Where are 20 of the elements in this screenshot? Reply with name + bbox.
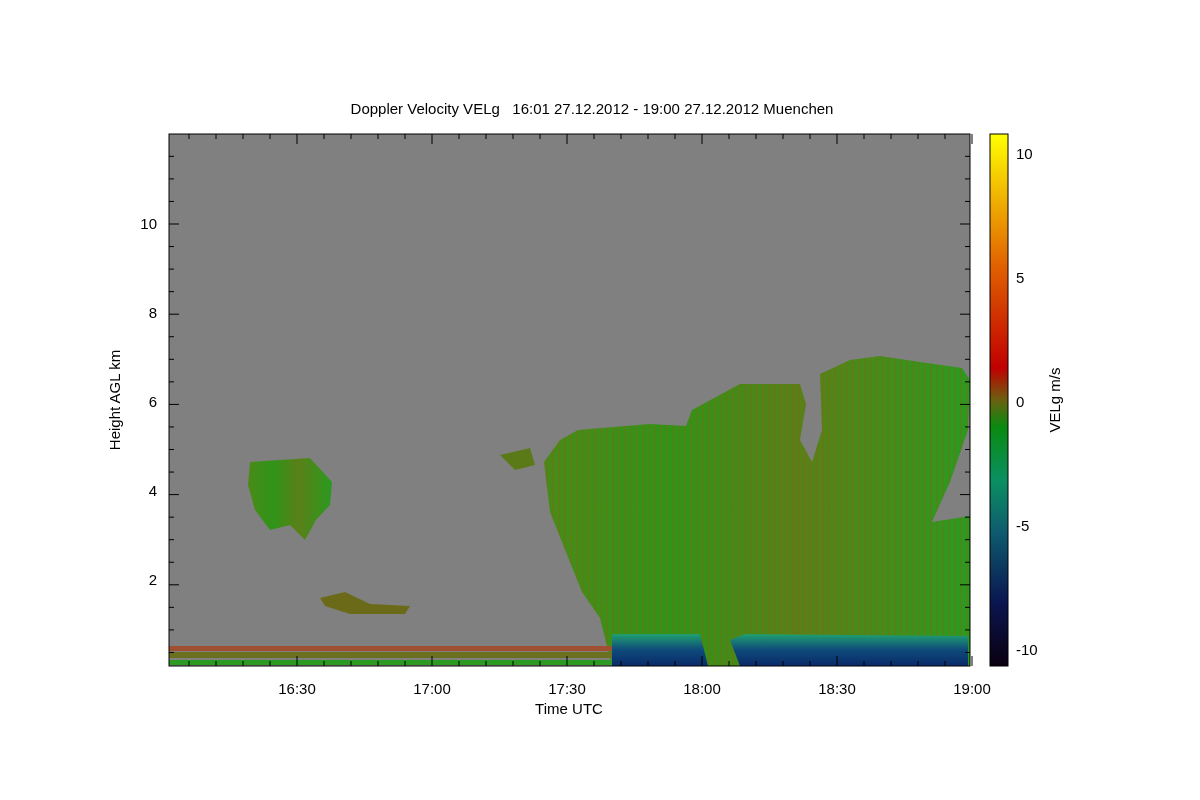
x-tick-label: 16:30 <box>278 680 316 697</box>
y-tick-label: 2 <box>148 571 157 588</box>
y-tick-label: 6 <box>148 393 157 410</box>
x-axis-title: Time UTC <box>535 700 603 717</box>
colorbar-tick-label: 10 <box>1016 145 1033 162</box>
colorbar-title: VELg m/s <box>1046 367 1063 433</box>
x-tick-label: 18:30 <box>818 680 856 697</box>
chart-title: Doppler Velocity VELg 16:01 27.12.2012 - 19:00 27.12.2012 Muenchen <box>350 100 834 117</box>
colorbar-tick-label: 0 <box>1016 393 1025 410</box>
x-tick-label: 17:00 <box>413 680 451 697</box>
colorbar-tick-label: 5 <box>1016 269 1025 286</box>
y-tick-label: 8 <box>148 304 157 321</box>
colorbar-tick-label: -10 <box>1016 641 1038 658</box>
colorbar-tick-label: -5 <box>1016 517 1030 534</box>
y-tick-label: 10 <box>140 215 157 232</box>
x-tick-label: 19:00 <box>953 680 991 697</box>
x-tick-label: 18:00 <box>683 680 721 697</box>
y-tick-label: 4 <box>148 482 157 499</box>
y-axis-title: Height AGL km <box>106 349 123 451</box>
x-tick-label: 17:30 <box>548 680 586 697</box>
